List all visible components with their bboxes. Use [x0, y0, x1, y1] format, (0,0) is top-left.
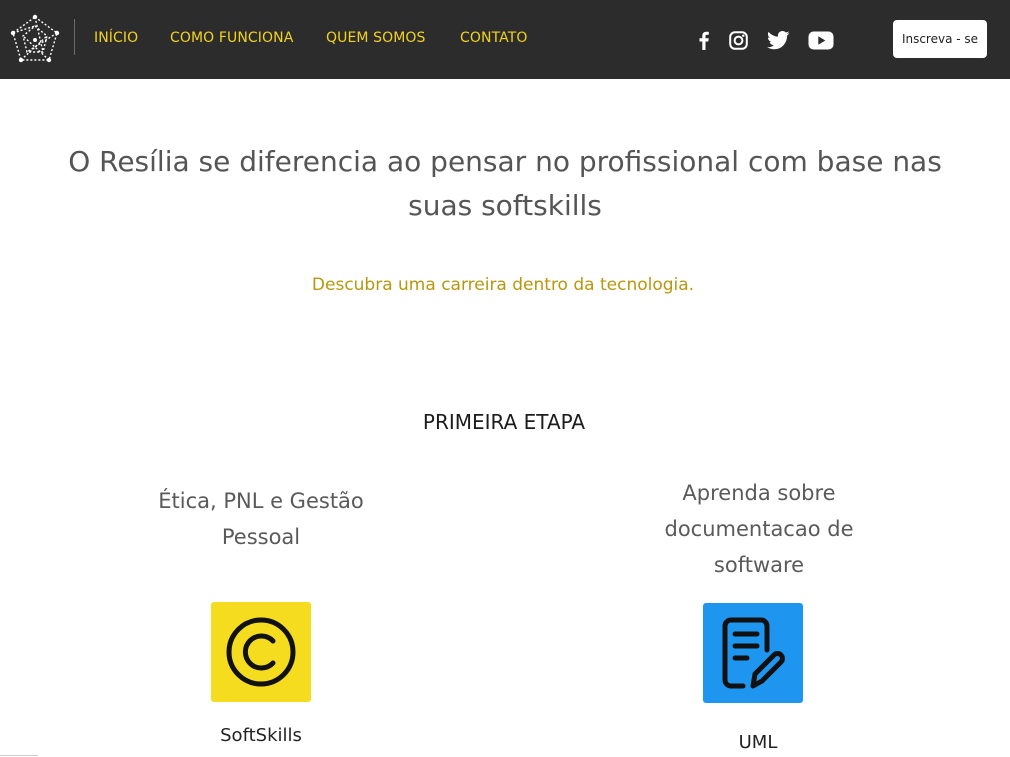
copyright-icon: [211, 602, 311, 702]
subscribe-button[interactable]: Inscreva - se: [893, 20, 987, 58]
nav-link-contato[interactable]: CONTATO: [460, 30, 528, 46]
youtube-icon[interactable]: [807, 27, 835, 53]
twitter-icon[interactable]: [765, 27, 791, 53]
nav-link-quem-somos[interactable]: QUEM SOMOS: [326, 30, 426, 46]
nav-link-como-funciona[interactable]: COMO FUNCIONA: [170, 30, 293, 46]
document-edit-icon: [703, 603, 803, 703]
hero-title: O Resília se diferencia ao pensar no pro…: [68, 145, 942, 222]
top-navbar: INÍCIO COMO FUNCIONA QUEM SOMOS CONTATO …: [0, 0, 1010, 79]
logo-divider: [74, 19, 75, 55]
card-title-softskills: Ética, PNL e Gestão Pessoal: [158, 489, 364, 549]
page-edge-line: [0, 755, 38, 756]
instagram-icon[interactable]: [727, 27, 749, 53]
card-title-uml: Aprenda sobre documentacao de software: [664, 481, 854, 577]
hero-subtitle: Descubra uma carreira dentro da tecnolog…: [311, 275, 695, 295]
nav-link-inicio[interactable]: INÍCIO: [94, 30, 138, 46]
facebook-icon[interactable]: [697, 27, 711, 53]
card-label-softskills: SoftSkills: [220, 725, 302, 746]
step-title: PRIMEIRA ETAPA: [422, 410, 586, 434]
network-pentagon-logo-icon[interactable]: [9, 14, 61, 66]
card-label-uml: UML: [738, 732, 778, 753]
